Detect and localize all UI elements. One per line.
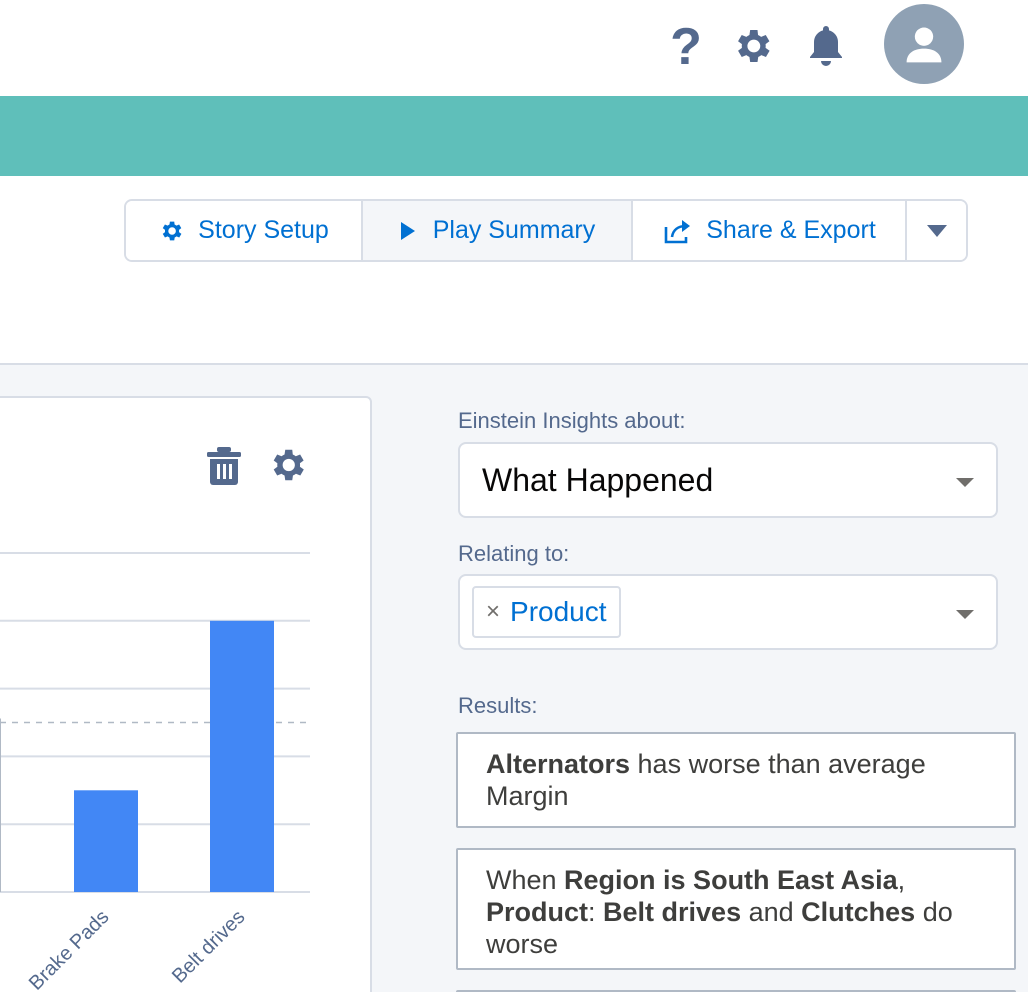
insights-about-value: What Happened [482,462,714,498]
help-icon[interactable]: ? [664,21,708,73]
product-pill: × Product [472,586,621,638]
relating-to-label: Relating to: [458,541,570,566]
story-setup-label: Story Setup [198,216,329,244]
result-card[interactable]: When Region is South East Asia, Product:… [456,848,1016,970]
result-subject: Product [486,897,589,927]
more-actions-button[interactable] [907,201,966,260]
bell-icon[interactable] [802,22,850,70]
chart-settings-gear-icon[interactable] [266,444,308,486]
result-subject: Clutches [801,897,916,927]
x-tick-label: Brake Pads [25,906,114,992]
results-label: Results: [458,693,538,718]
avatar[interactable] [884,4,964,84]
result-subject: Region is South East Asia [564,865,898,895]
share-icon [664,219,691,243]
bar-belt-drives [210,620,274,892]
story-setup-button[interactable]: Story Setup [126,201,363,260]
chevron-down-icon [956,610,974,619]
x-tick-label: Belt drives [168,906,250,988]
play-icon [400,221,415,240]
page-banner [0,96,1028,176]
insights-about-label: Einstein Insights about: [458,408,686,433]
bar-brake-pads [74,790,138,892]
global-header: ? [0,0,1028,96]
remove-pill-icon[interactable]: × [486,600,500,624]
play-summary-label: Play Summary [432,216,596,244]
result-text: : [588,897,604,927]
chevron-down-icon [956,478,974,487]
result-text: When [486,865,565,895]
pill-label: Product [510,596,607,627]
result-text: and [741,897,802,927]
gear-icon[interactable] [728,22,776,70]
result-subject: Alternators [486,749,631,779]
share-export-label: Share & Export [706,216,876,244]
result-text: , [897,865,906,895]
result-card[interactable]: Alternators has worse than average Margi… [456,732,1016,828]
share-export-button[interactable]: Share & Export [633,201,907,260]
result-subject: Belt drives [603,897,742,927]
gear-icon [162,221,182,240]
avatar-icon [906,27,942,63]
insights-about-select[interactable]: What Happened [458,442,998,518]
relating-to-select[interactable]: × Product [458,574,998,650]
play-summary-button[interactable]: Play Summary [363,201,633,260]
chevron-down-icon [926,224,947,237]
trash-icon[interactable] [206,446,244,486]
bar-chart: Brake Pads Belt drives [0,552,310,992]
story-toolbar: Story Setup Play Summary Share & Export [124,199,968,262]
